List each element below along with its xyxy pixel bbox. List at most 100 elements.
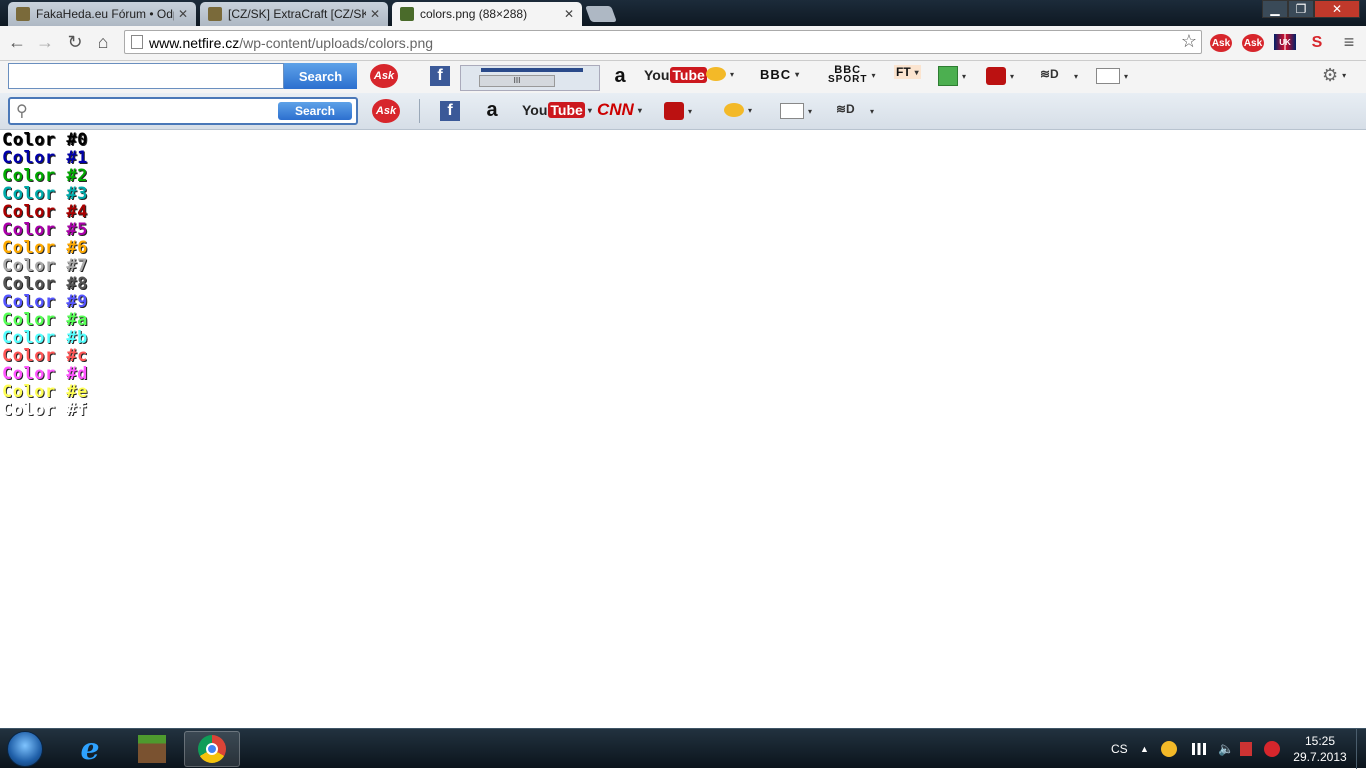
taskbar: e CS ▲ 🔈 15:25 29.7.2013 bbox=[0, 728, 1366, 769]
bbc-sport-icon[interactable]: BBC SPORT ▾ bbox=[828, 65, 875, 85]
d-logo-icon: ≋D bbox=[1040, 67, 1059, 81]
language-indicator[interactable]: CS bbox=[1111, 729, 1128, 769]
ask-tray-icon[interactable] bbox=[1264, 729, 1280, 769]
usb-icon bbox=[1240, 742, 1252, 756]
games-widget-2[interactable]: ▾ bbox=[664, 102, 692, 120]
toolbar-two: ⚲ Search Ask f a You Tube ▾ CNN ▾ ▾ ▾ ▾ ≋D ▾ bbox=[0, 93, 1366, 130]
chevron-down-icon: ▾ bbox=[1010, 71, 1015, 81]
youtube-you-text: You bbox=[522, 102, 548, 118]
s-extension-icon[interactable]: S bbox=[1306, 34, 1328, 52]
weather-widget[interactable]: ▾ bbox=[706, 67, 734, 81]
taskbar-ie[interactable]: e bbox=[62, 731, 118, 767]
mail-widget-2[interactable]: ▾ bbox=[780, 103, 812, 119]
uk-flag-icon[interactable]: UK bbox=[1274, 34, 1296, 50]
bbc-icon[interactable]: BBC ▾ bbox=[760, 67, 800, 82]
forward-button[interactable]: → bbox=[34, 31, 56, 53]
chevron-down-icon: ▾ bbox=[914, 67, 919, 77]
ask-logo-icon[interactable]: Ask bbox=[370, 64, 398, 88]
ft-icon[interactable]: FT ▾ bbox=[894, 65, 921, 79]
mini-widget[interactable]: III bbox=[460, 65, 600, 91]
chrome-icon bbox=[198, 735, 226, 763]
volume-icon[interactable]: 🔈 bbox=[1218, 729, 1234, 769]
show-desktop-button[interactable] bbox=[1356, 729, 1366, 769]
new-tab-button[interactable] bbox=[585, 6, 617, 22]
color-row: Color #2 bbox=[2, 166, 88, 186]
weather-widget-2[interactable]: ▾ bbox=[724, 103, 752, 117]
close-window-button[interactable]: ✕ bbox=[1314, 0, 1360, 18]
d-widget-2[interactable]: ≋D ▾ bbox=[836, 102, 874, 120]
navigation-bar: ← → ↻ ⌂ www.netfire.cz/wp-content/upload… bbox=[0, 26, 1366, 61]
safely-remove-icon[interactable] bbox=[1240, 729, 1252, 769]
color-row: Color #e bbox=[2, 382, 88, 402]
minecraft-icon bbox=[138, 735, 166, 763]
google-maps-widget[interactable]: ▾ bbox=[938, 66, 966, 86]
bookmark-star-icon[interactable]: ☆ bbox=[1181, 31, 1197, 52]
tab-fakaheda[interactable]: FakaHeda.eu Fórum • Odp ✕ bbox=[8, 2, 196, 26]
close-tab-icon[interactable]: ✕ bbox=[564, 7, 574, 21]
minimize-button[interactable]: ▁ bbox=[1262, 0, 1288, 18]
toolbar2-search-button[interactable]: Search bbox=[278, 102, 352, 120]
toolbar1-search-input[interactable] bbox=[8, 63, 284, 89]
mail-icon bbox=[1096, 68, 1120, 84]
palette-icon bbox=[1161, 741, 1177, 757]
chrome-menu-icon[interactable]: ≡ bbox=[1338, 31, 1360, 53]
show-hidden-icons-button[interactable]: ▲ bbox=[1140, 729, 1149, 769]
games-widget[interactable]: ▾ bbox=[986, 67, 1014, 85]
youtube-icon[interactable]: You Tube bbox=[644, 67, 707, 83]
bbc-text: BBC bbox=[760, 67, 792, 82]
chevron-down-icon: ▾ bbox=[1342, 71, 1347, 80]
ask-extension-icon-2[interactable]: Ask bbox=[1242, 34, 1264, 52]
toolbar2-search-input[interactable] bbox=[36, 102, 280, 122]
mini-scrollbar[interactable]: III bbox=[479, 75, 555, 87]
toolbar1-search-button[interactable]: Search bbox=[284, 63, 357, 89]
tab-favicon bbox=[208, 7, 222, 21]
chevron-down-icon: ▾ bbox=[795, 70, 801, 79]
address-bar[interactable]: www.netfire.cz/wp-content/uploads/colors… bbox=[124, 30, 1202, 54]
facebook-icon-2[interactable]: f bbox=[440, 101, 460, 121]
color-row: Color #9 bbox=[2, 292, 88, 312]
mail-widget[interactable]: ▾ bbox=[1096, 68, 1128, 84]
weather-icon bbox=[724, 103, 744, 117]
close-tab-icon[interactable]: ✕ bbox=[370, 7, 380, 21]
restore-button[interactable]: ❐ bbox=[1288, 0, 1314, 18]
cnn-icon[interactable]: CNN ▾ bbox=[597, 100, 642, 120]
home-button[interactable]: ⌂ bbox=[92, 31, 114, 53]
close-tab-icon[interactable]: ✕ bbox=[178, 7, 188, 21]
chevron-down-icon: ▾ bbox=[1074, 71, 1079, 81]
taskbar-chrome[interactable] bbox=[184, 731, 240, 767]
dice-icon bbox=[664, 102, 684, 120]
tab-favicon bbox=[16, 7, 30, 21]
amazon-icon-2[interactable]: a bbox=[482, 97, 502, 123]
page-icon bbox=[131, 35, 143, 49]
url-text[interactable]: www.netfire.cz/wp-content/uploads/colors… bbox=[149, 35, 433, 51]
amazon-icon[interactable]: a bbox=[610, 63, 630, 89]
color-row: Color #3 bbox=[2, 184, 88, 204]
taskbar-minecraft[interactable] bbox=[124, 731, 180, 767]
back-button[interactable]: ← bbox=[6, 31, 28, 53]
color-row: Color #d bbox=[2, 364, 88, 384]
network-icon[interactable] bbox=[1192, 729, 1206, 769]
ask-icon bbox=[1264, 741, 1280, 757]
clock[interactable]: 15:25 29.7.2013 bbox=[1290, 733, 1350, 765]
tab-title: colors.png (88×288) bbox=[420, 7, 528, 21]
chevron-down-icon: ▾ bbox=[730, 69, 735, 79]
color-row: Color #8 bbox=[2, 274, 88, 294]
d-widget[interactable]: ≋D ▾ bbox=[1040, 67, 1078, 85]
tab-extracraft[interactable]: [CZ/SK] ExtraCraft [CZ/SK ✕ bbox=[200, 2, 388, 26]
toolbar-one: Search Ask f III a You Tube ▾ BBC ▾ BBC SP… bbox=[0, 61, 1366, 93]
ask-logo-icon-2[interactable]: Ask bbox=[372, 99, 400, 123]
chevron-down-icon: ▾ bbox=[962, 71, 967, 81]
signal-bars-icon bbox=[1192, 743, 1206, 755]
tray-app-icon[interactable] bbox=[1161, 729, 1177, 769]
start-button[interactable] bbox=[7, 731, 43, 767]
bbc-sport-bottom-text: SPORT bbox=[828, 74, 868, 85]
youtube-icon-2[interactable]: You Tube ▾ bbox=[522, 102, 594, 118]
toolbar2-search-field[interactable]: ⚲ Search bbox=[8, 97, 358, 125]
tab-colors-png[interactable]: colors.png (88×288) ✕ bbox=[392, 2, 582, 26]
ask-extension-icon[interactable]: Ask bbox=[1210, 34, 1232, 52]
settings-widget[interactable]: ⚙ ▾ bbox=[1322, 65, 1346, 86]
reload-button[interactable]: ↻ bbox=[64, 31, 86, 53]
facebook-icon[interactable]: f bbox=[430, 66, 450, 86]
search-icon: ⚲ bbox=[16, 103, 28, 120]
bbc-sport-logo: BBC SPORT bbox=[828, 65, 867, 85]
